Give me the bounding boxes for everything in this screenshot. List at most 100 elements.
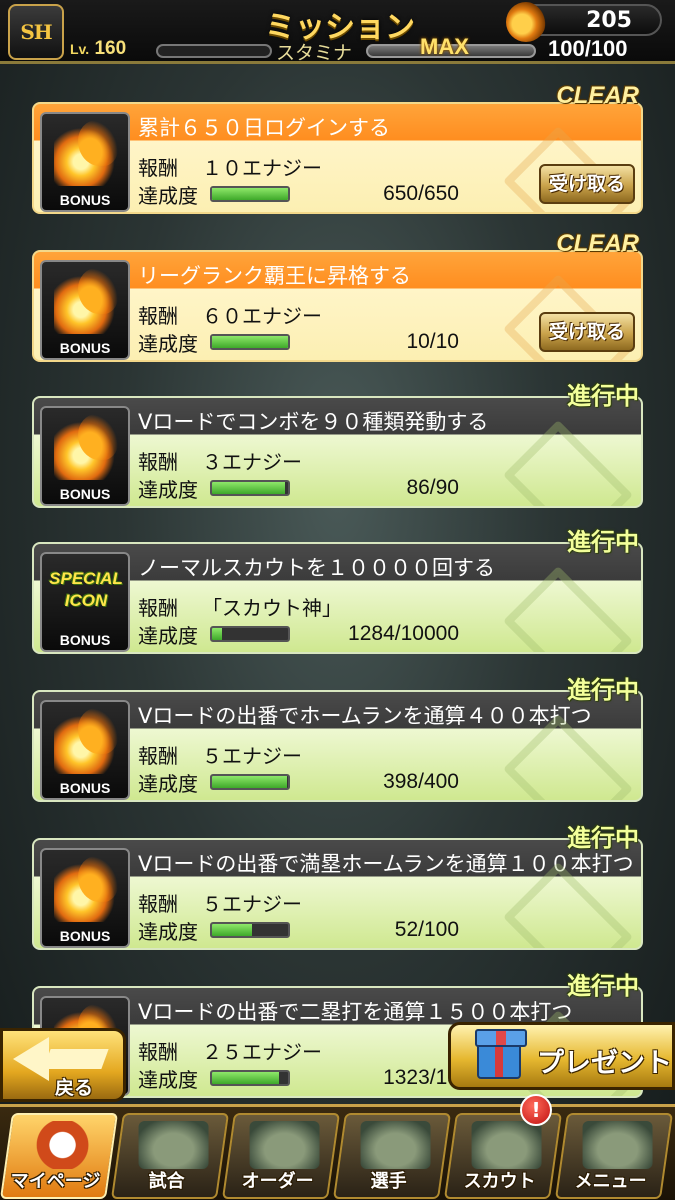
claim-reward-button[interactable]: 受け取る — [539, 312, 635, 352]
mission-card[interactable]: SPECIAL ICON BONUS ノーマルスカウトを１００００回する 報酬 … — [32, 529, 643, 654]
mission-status-tag: 進行中 — [567, 973, 639, 1000]
nav-item-label: 選手 — [370, 1171, 407, 1192]
mission-status-tag: 進行中 — [567, 383, 639, 410]
nav-item-label: 試合 — [148, 1171, 185, 1192]
claim-reward-button[interactable]: 受け取る — [539, 164, 635, 204]
mission-status-tag: CLEAR — [556, 82, 639, 109]
bonus-label: BONUS — [59, 340, 111, 356]
progress-bar — [210, 1070, 290, 1086]
reward-value: ６０エナジー — [202, 304, 322, 328]
energy-fireball-icon — [506, 2, 546, 42]
reward-label: 報酬 — [138, 450, 178, 474]
scout-icon — [471, 1121, 542, 1169]
mission-reward-icon-frame: SPECIAL ICON BONUS — [40, 552, 130, 652]
mission-card[interactable]: BONUS Vロードでコンボを９０種類発動する 報酬 ３エナジー 達成度 86/… — [32, 383, 643, 508]
mission-status-tag: 進行中 — [567, 677, 639, 704]
bonus-label: BONUS — [59, 192, 111, 208]
nav-item-label: マイページ — [10, 1171, 101, 1192]
mission-card-body: SPECIAL ICON BONUS ノーマルスカウトを１００００回する 報酬 … — [32, 542, 643, 654]
team-logo-icon: SH — [8, 4, 64, 60]
reward-value: ５エナジー — [202, 744, 302, 768]
nav-item-field-order[interactable]: オーダー — [221, 1113, 341, 1199]
mission-title: 累計６５０日ログインする — [138, 116, 390, 140]
progress-bar — [210, 922, 290, 938]
mission-title: Vロードの出番でホームランを通算４００本打つ — [138, 704, 592, 728]
present-button[interactable]: プレゼント — [448, 1022, 675, 1090]
mission-card[interactable]: BONUS Vロードの出番でホームランを通算４００本打つ 報酬 ５エナジー 達成… — [32, 677, 643, 802]
mission-card[interactable]: BONUS Vロードの出番で満塁ホームランを通算１００本打つ 報酬 ５エナジー … — [32, 825, 643, 950]
stamina-label: スタミナ — [276, 42, 353, 64]
mission-title: リーグランク覇王に昇格する — [138, 264, 411, 288]
nav-item-stadium[interactable]: 試合 — [110, 1113, 230, 1199]
mission-status-tag: 進行中 — [567, 825, 639, 852]
energy-fireball-icon — [54, 120, 118, 186]
reward-value: ３エナジー — [202, 450, 302, 474]
mission-reward-icon-frame: BONUS — [40, 700, 130, 800]
level-display: Lv. 160 — [70, 38, 126, 60]
progress-value: 52/100 — [394, 918, 459, 941]
progress-bar-fill — [212, 1072, 279, 1084]
field-order-icon — [249, 1121, 320, 1169]
reward-label: 報酬 — [138, 596, 178, 620]
progress-label: 達成度 — [138, 478, 198, 502]
reward-label: 報酬 — [138, 892, 178, 916]
mission-card-body: BONUS Vロードの出番でホームランを通算４００本打つ 報酬 ５エナジー 達成… — [32, 690, 643, 802]
mission-title: Vロードでコンボを９０種類発動する — [138, 410, 489, 434]
stamina-max-label: MAX — [420, 34, 469, 59]
nav-item-mypage[interactable]: マイページ — [0, 1113, 119, 1199]
reward-label: 報酬 — [138, 1040, 178, 1064]
back-arrow-icon — [13, 1037, 49, 1081]
bonus-label: BONUS — [59, 632, 111, 648]
energy-fireball-icon — [54, 708, 118, 774]
player-icon — [360, 1121, 431, 1169]
special-icon: SPECIAL ICON — [49, 569, 123, 610]
energy-fireball-icon — [54, 268, 118, 334]
reward-value: 「スカウト神」 — [202, 596, 342, 620]
energy-fireball-icon — [54, 856, 118, 922]
exp-bar — [156, 44, 272, 58]
energy-value: 205 — [586, 8, 632, 33]
progress-label: 達成度 — [138, 332, 198, 356]
progress-bar — [210, 626, 290, 642]
nav-item-player[interactable]: 選手 — [332, 1113, 452, 1199]
stadium-icon — [138, 1121, 209, 1169]
nav-item-menu-mascot[interactable]: メニュー — [554, 1113, 674, 1199]
progress-bar-fill — [212, 482, 285, 494]
back-button-label: 戻る — [55, 1077, 94, 1099]
progress-bar — [210, 186, 290, 202]
back-button[interactable]: 戻る — [0, 1028, 126, 1102]
progress-value: 10/10 — [406, 330, 459, 353]
stamina-value: 100/100 — [548, 36, 628, 61]
progress-bar — [210, 480, 290, 496]
reward-value: １０エナジー — [202, 156, 322, 180]
nav-item-scout[interactable]: スカウト — [443, 1113, 563, 1199]
bonus-label: BONUS — [59, 780, 111, 796]
progress-bar-fill — [212, 336, 288, 348]
mission-title: ノーマルスカウトを１００００回する — [138, 556, 495, 580]
progress-bar-fill — [212, 188, 288, 200]
bonus-label: BONUS — [59, 486, 111, 502]
progress-bar — [210, 334, 290, 350]
progress-value: 398/400 — [383, 770, 459, 793]
energy-counter: 205 — [506, 2, 662, 42]
gift-box-icon — [475, 1029, 527, 1079]
mission-card[interactable]: BONUS 累計６５０日ログインする 報酬 １０エナジー 達成度 650/650… — [32, 82, 643, 214]
progress-bar-fill — [212, 776, 288, 788]
mission-reward-icon-frame: BONUS — [40, 848, 130, 948]
level-prefix: Lv. — [70, 41, 90, 57]
mission-title: Vロードの出番で満塁ホームランを通算１００本打つ — [138, 852, 634, 876]
progress-value: 86/90 — [406, 476, 459, 499]
mypage-icon — [27, 1121, 98, 1169]
progress-bar-fill — [212, 924, 252, 936]
mission-status-tag: CLEAR — [556, 230, 639, 257]
mission-card[interactable]: BONUS リーグランク覇王に昇格する 報酬 ６０エナジー 達成度 10/10 … — [32, 230, 643, 362]
reward-label: 報酬 — [138, 156, 178, 180]
mission-status-tag: 進行中 — [567, 529, 639, 556]
progress-label: 達成度 — [138, 772, 198, 796]
progress-bar — [210, 774, 290, 790]
bonus-label: BONUS — [59, 928, 111, 944]
reward-value: ５エナジー — [202, 892, 302, 916]
progress-label: 達成度 — [138, 184, 198, 208]
progress-label: 達成度 — [138, 920, 198, 944]
progress-value: 650/650 — [383, 182, 459, 205]
